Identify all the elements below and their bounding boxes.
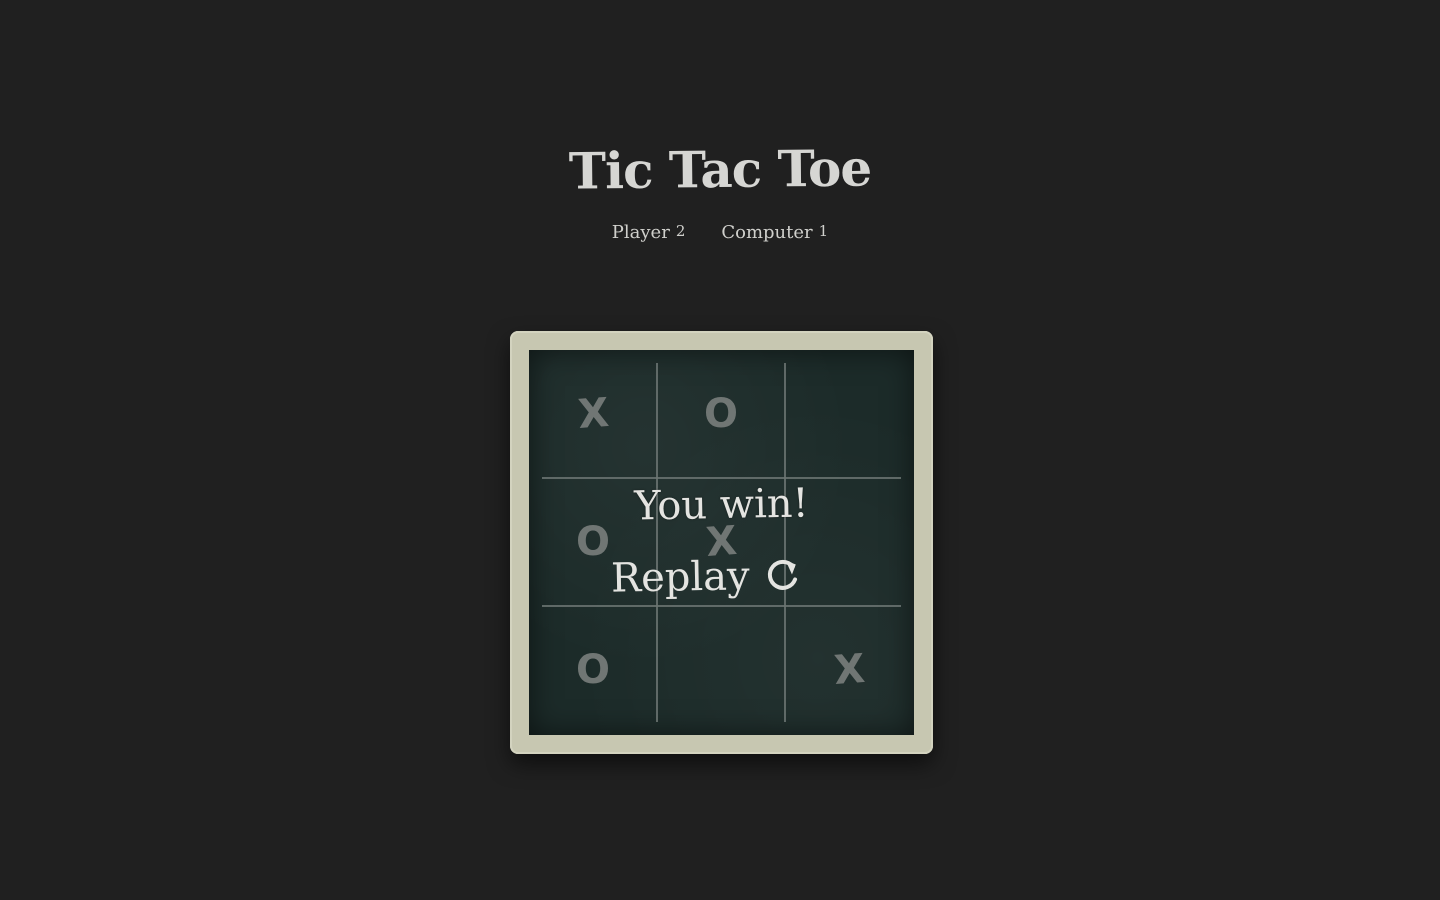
board-cell-6[interactable]: [785, 478, 913, 606]
x-mark: X: [576, 389, 610, 439]
board-cell-7[interactable]: O: [529, 606, 657, 734]
board-cell-8[interactable]: [657, 606, 785, 734]
x-mark: X: [832, 645, 866, 695]
scoreboard: Player 2 Computer 1: [0, 222, 1440, 243]
board-cell-2[interactable]: O: [657, 350, 785, 478]
o-mark: O: [703, 391, 738, 437]
game-board: X O O X O X You win! Replay: [529, 350, 914, 735]
replay-label: Replay: [610, 553, 751, 602]
page-title: Tic Tac Toe: [568, 137, 872, 201]
board-cell-9[interactable]: X: [785, 606, 913, 734]
board-cell-3[interactable]: [785, 350, 913, 478]
player-score-value: 2: [675, 222, 686, 240]
board-cell-1[interactable]: X: [529, 350, 657, 478]
o-mark: O: [575, 519, 610, 565]
computer-score-value: 1: [818, 222, 829, 240]
board-frame: X O O X O X You win! Replay: [510, 331, 933, 754]
computer-label: Computer: [721, 222, 813, 243]
player-score: Player 2: [612, 222, 686, 243]
computer-score: Computer 1: [721, 222, 828, 243]
refresh-icon: [761, 554, 804, 597]
replay-button[interactable]: Replay: [611, 548, 805, 605]
player-label: Player: [611, 222, 670, 243]
o-mark: O: [575, 647, 610, 693]
